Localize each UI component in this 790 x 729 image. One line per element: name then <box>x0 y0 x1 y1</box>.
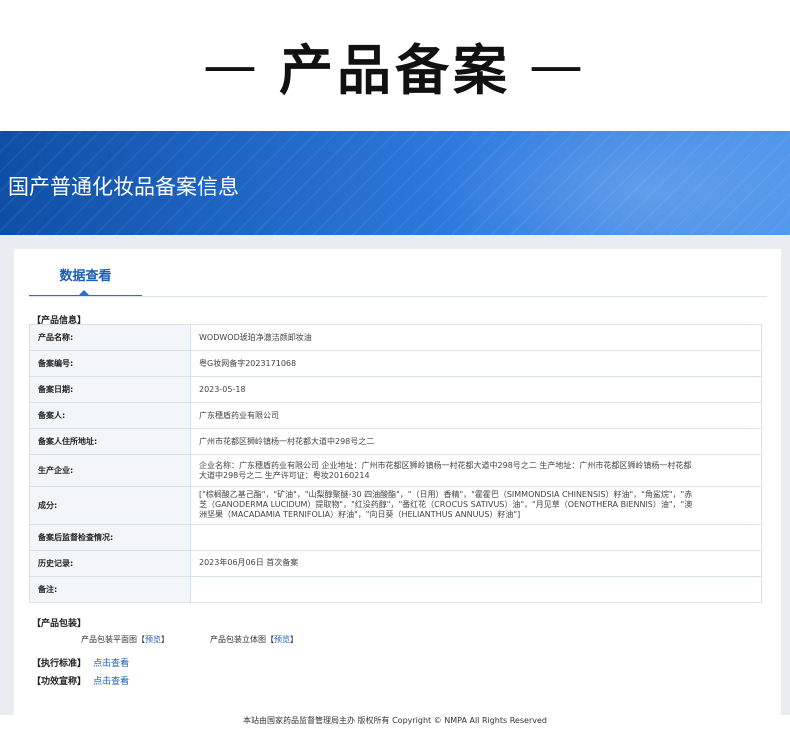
row-key: 产品名称: <box>29 323 191 352</box>
ingredients-line: 芝（GANODERMA LUCIDUM）提取物"，"红没药醇"，"番红花（CRO… <box>199 500 693 510</box>
table-row: 备案后监督检查情况: <box>29 523 762 551</box>
record-number-value: 粤G妆网备字2023171068 <box>190 350 762 378</box>
tab-active-caret-icon <box>79 290 89 295</box>
table-row: 产品名称: WODWOD琥珀净澈洁颜卸妆油 <box>29 323 762 352</box>
flat-preview-link[interactable]: 预览 <box>145 635 161 644</box>
bracket-open: 【 <box>137 635 145 644</box>
record-date-value: 2023-05-18 <box>190 376 762 404</box>
bracket-close: 】 <box>290 635 298 644</box>
table-row: 备案编号: 粤G妆网备字2023171068 <box>29 350 762 378</box>
inspection-value <box>190 523 762 551</box>
manufacturer-value: 企业名称：广东穗盾药业有限公司 企业地址：广州市花都区狮岭镇杨一村花都大道中29… <box>190 454 762 487</box>
hero-dash-left: — <box>203 34 261 97</box>
banner-title: 国产普通化妆品备案信息 <box>8 175 239 199</box>
row-key: 备案人: <box>29 402 191 430</box>
standard-view-link[interactable]: 点击查看 <box>93 659 129 669</box>
table-row: 备注: <box>29 575 762 604</box>
standard-label: 【执行标准】 <box>32 659 87 669</box>
row-key: 成分: <box>29 485 191 525</box>
packaging-label: 【产品包装】 <box>32 619 87 629</box>
remarks-value <box>190 575 762 604</box>
registrant-address-value: 广州市花都区狮岭镇杨一村花都大道中298号之二 <box>190 428 762 456</box>
claims-row: 【功效宣称】 点击查看 <box>32 674 129 687</box>
packaging-solid-label: 产品包装立体图 <box>210 635 266 644</box>
row-key: 备案编号: <box>29 350 191 378</box>
bracket-open: 【 <box>266 635 274 644</box>
table-row: 生产企业: 企业名称：广东穗盾药业有限公司 企业地址：广州市花都区狮岭镇杨一村花… <box>29 454 762 487</box>
ingredients-line: ["棕榈酸乙基己酯"，"矿油"，"山梨醇聚醚-30 四油酸酯"，"（日用）香精"… <box>199 490 693 500</box>
hero-dash-right: — <box>529 34 587 97</box>
hero-title: 产品备案 <box>279 39 511 102</box>
history-value: 2023年06月06日 首次备案 <box>190 549 762 577</box>
ingredients-value: ["棕榈酸乙基己酯"，"矿油"，"山梨醇聚醚-30 四油酸酯"，"（日用）香精"… <box>190 485 762 525</box>
table-row: 备案日期: 2023-05-18 <box>29 376 762 404</box>
table-row: 备案人住所地址: 广州市花都区狮岭镇杨一村花都大道中298号之二 <box>29 428 762 456</box>
row-key: 历史记录: <box>29 549 191 577</box>
row-key: 生产企业: <box>29 454 191 487</box>
header-banner: 国产普通化妆品备案信息 <box>0 131 790 235</box>
packaging-solid-item: 产品包装立体图【预览】 <box>210 634 298 645</box>
tab-divider <box>29 296 767 297</box>
product-info-table: 产品名称: WODWOD琥珀净澈洁颜卸妆油 备案编号: 粤G妆网备字202317… <box>29 323 762 604</box>
manufacturer-line: 大道中298号之二 生产许可证：粤妆20160214 <box>199 470 370 480</box>
row-key: 备注: <box>29 575 191 604</box>
bracket-close: 】 <box>161 635 169 644</box>
packaging-flat-item: 产品包装平面图【预览】 <box>81 634 169 645</box>
ingredients-line: 洲坚果（MACADAMIA TERNIFOLIA）籽油"，"向日葵（HELIAN… <box>199 510 521 520</box>
row-key: 备案人住所地址: <box>29 428 191 456</box>
table-row: 历史记录: 2023年06月06日 首次备案 <box>29 549 762 577</box>
hero-title-bar: — 产品备案 — <box>0 0 790 131</box>
footer-copyright: 本站由国家药品监督管理局主办 版权所有 Copyright © NMPA All… <box>243 716 547 725</box>
packaging-flat-label: 产品包装平面图 <box>81 635 137 644</box>
registrant-value: 广东穗盾药业有限公司 <box>190 402 762 430</box>
table-row: 备案人: 广东穗盾药业有限公司 <box>29 402 762 430</box>
manufacturer-line: 企业名称：广东穗盾药业有限公司 企业地址：广州市花都区狮岭镇杨一村花都大道中29… <box>199 460 692 470</box>
row-key: 备案日期: <box>29 376 191 404</box>
product-name-value: WODWOD琥珀净澈洁颜卸妆油 <box>190 323 762 352</box>
standard-row: 【执行标准】 点击查看 <box>32 656 129 669</box>
claims-label: 【功效宣称】 <box>32 677 87 687</box>
claims-view-link[interactable]: 点击查看 <box>93 677 129 687</box>
solid-preview-link[interactable]: 预览 <box>274 635 290 644</box>
row-key: 备案后监督检查情况: <box>29 523 191 551</box>
table-row: 成分: ["棕榈酸乙基己酯"，"矿油"，"山梨醇聚醚-30 四油酸酯"，"（日用… <box>29 485 762 525</box>
